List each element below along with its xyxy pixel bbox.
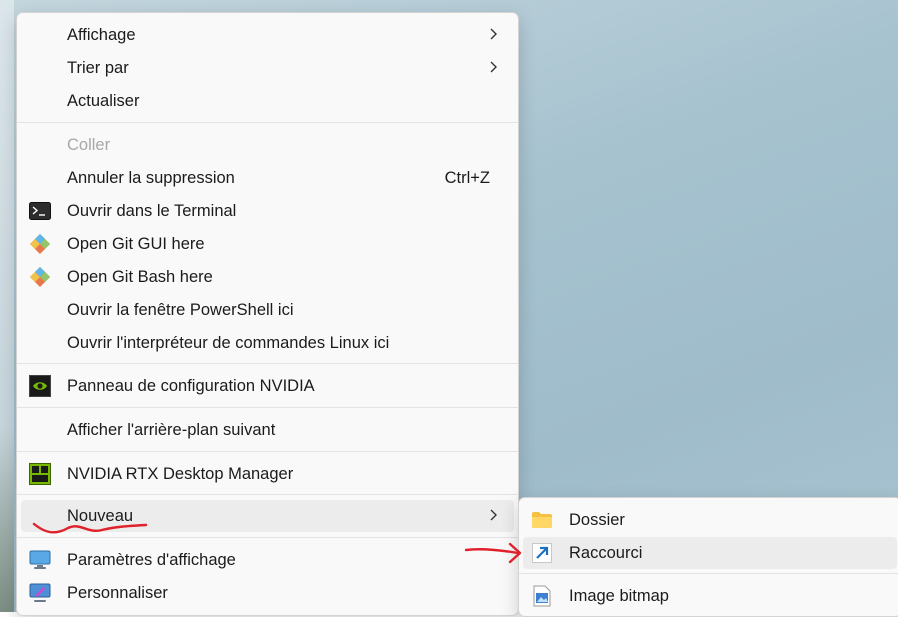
menu-item-nvidia-panel[interactable]: Panneau de configuration NVIDIA [21, 370, 514, 402]
menu-separator [17, 407, 518, 408]
submenu-item-image-bitmap[interactable]: Image bitmap [523, 580, 897, 612]
desktop-edge [0, 0, 14, 612]
menu-item-label: Panneau de configuration NVIDIA [67, 377, 315, 395]
display-settings-icon [29, 549, 51, 571]
desktop-context-menu: Affichage Trier par Actualiser Coller An… [16, 12, 519, 616]
menu-item-label: Ouvrir la fenêtre PowerShell ici [67, 301, 294, 319]
menu-item-label: Actualiser [67, 92, 140, 110]
folder-icon [531, 509, 553, 531]
chevron-right-icon [488, 58, 500, 76]
menu-item-open-git-bash[interactable]: Open Git Bash here [21, 261, 514, 293]
menu-item-affichage[interactable]: Affichage [21, 19, 514, 51]
git-icon [29, 266, 51, 288]
menu-separator [17, 122, 518, 123]
shortcut-text: Ctrl+Z [444, 169, 490, 187]
menu-item-label: Ouvrir dans le Terminal [67, 202, 237, 220]
submenu-item-raccourci[interactable]: Raccourci [523, 537, 897, 569]
menu-item-label: Afficher l'arrière-plan suivant [67, 421, 276, 439]
nvidia-icon [29, 375, 51, 397]
menu-separator [17, 451, 518, 452]
menu-item-label: Trier par [67, 59, 129, 77]
menu-separator [17, 494, 518, 495]
menu-item-powershell[interactable]: Ouvrir la fenêtre PowerShell ici [21, 294, 514, 326]
menu-item-label: Coller [67, 136, 111, 154]
menu-item-ouvrir-terminal[interactable]: Ouvrir dans le Terminal [21, 195, 514, 227]
menu-separator [17, 537, 518, 538]
personalize-icon [29, 582, 51, 604]
menu-item-label: Personnaliser [67, 584, 168, 602]
menu-item-next-background[interactable]: Afficher l'arrière-plan suivant [21, 414, 514, 446]
terminal-icon [29, 200, 51, 222]
menu-item-personnaliser[interactable]: Personnaliser [21, 577, 514, 609]
chevron-right-icon [488, 25, 500, 43]
menu-item-nouveau[interactable]: Nouveau [21, 500, 514, 532]
menu-item-label: Paramètres d'affichage [67, 551, 236, 569]
menu-item-label: Image bitmap [569, 587, 669, 605]
menu-item-label: Raccourci [569, 544, 643, 562]
menu-item-label: Open Git GUI here [67, 235, 205, 253]
menu-item-trier-par[interactable]: Trier par [21, 52, 514, 84]
submenu-item-dossier[interactable]: Dossier [523, 504, 897, 536]
menu-item-label: Open Git Bash here [67, 268, 213, 286]
menu-item-label: Affichage [67, 26, 136, 44]
menu-item-label: Dossier [569, 511, 625, 529]
nvidia-rtx-icon [29, 463, 51, 485]
menu-item-nvidia-rtx-desktop[interactable]: NVIDIA RTX Desktop Manager [21, 458, 514, 490]
new-submenu: Dossier Raccourci Image bitmap [518, 497, 898, 617]
shortcut-icon [531, 542, 553, 564]
menu-item-label: NVIDIA RTX Desktop Manager [67, 465, 294, 483]
menu-item-label: Nouveau [67, 507, 134, 525]
menu-item-open-git-gui[interactable]: Open Git GUI here [21, 228, 514, 260]
menu-item-actualiser[interactable]: Actualiser [21, 85, 514, 117]
chevron-right-icon [488, 506, 500, 524]
git-icon [29, 233, 51, 255]
menu-separator [519, 573, 898, 574]
menu-separator [17, 363, 518, 364]
menu-item-linux-shell[interactable]: Ouvrir l'interpréteur de commandes Linux… [21, 327, 514, 359]
menu-item-annuler-suppression[interactable]: Annuler la suppression Ctrl+Z [21, 162, 514, 194]
menu-item-display-settings[interactable]: Paramètres d'affichage [21, 544, 514, 576]
menu-item-coller: Coller [21, 129, 514, 161]
bitmap-icon [531, 585, 553, 607]
menu-item-label: Annuler la suppression [67, 169, 235, 187]
menu-item-label: Ouvrir l'interpréteur de commandes Linux… [67, 334, 390, 352]
